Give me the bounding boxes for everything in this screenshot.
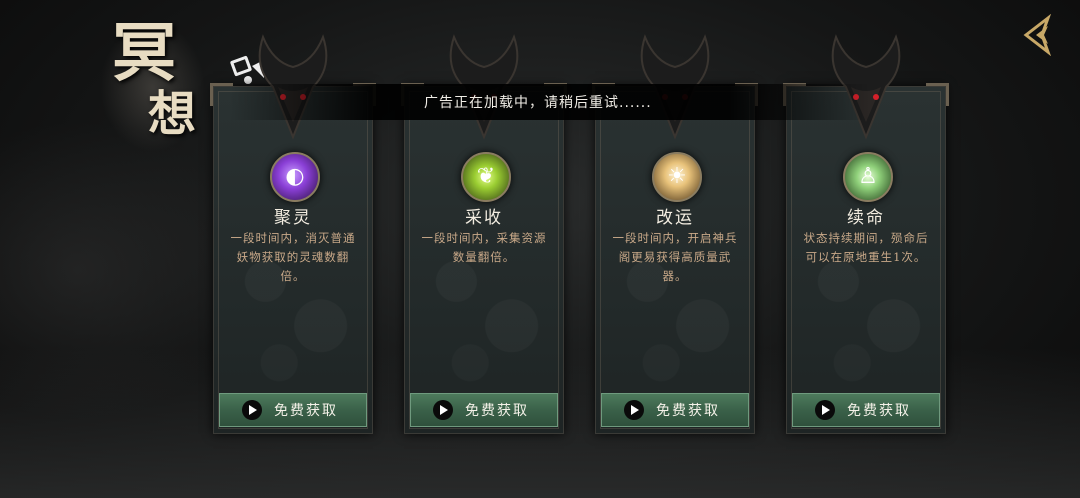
play-icon (815, 400, 835, 420)
card-title: 聚灵 (274, 208, 312, 228)
herb-icon: ❦ (461, 152, 511, 202)
card-description: 一段时间内，采集资源数量翻倍。 (421, 231, 547, 264)
card-description: 状态持续期间，殒命后可以在原地重生1次。 (803, 231, 929, 264)
title-char-1: 冥 (112, 16, 176, 91)
free-claim-button[interactable]: 免费获取 (601, 393, 749, 427)
play-icon (433, 400, 453, 420)
title-char-2: 想 (148, 86, 197, 142)
card-title: 采收 (465, 208, 503, 228)
card-description: 一段时间内，消灭普通妖物获取的灵魂数翻倍。 (230, 231, 356, 283)
free-claim-button[interactable]: 免费获取 (792, 393, 940, 427)
free-claim-button[interactable]: 免费获取 (219, 393, 367, 427)
buff-card-juling: ◐ 聚灵 一段时间内，消灭普通妖物获取的灵魂数翻倍。 免费获取 (210, 34, 376, 434)
revive-icon: ♙ (843, 152, 893, 202)
toast-banner: 广告正在加载中，请稍后重试...... (230, 84, 870, 120)
back-button[interactable] (1018, 13, 1060, 57)
free-claim-label: 免费获取 (656, 403, 720, 419)
buff-card-xuming: ♙ 续命 状态持续期间，殒命后可以在原地重生1次。 免费获取 (783, 34, 949, 434)
buff-card-gaiyun: ☀ 改运 一段时间内，开启神兵阁更易获得高质量武器。 免费获取 (592, 34, 758, 434)
toast-message: 广告正在加载中，请稍后重试...... (424, 95, 652, 111)
free-claim-label: 免费获取 (465, 403, 529, 419)
page-title: 冥 想 (100, 12, 210, 162)
play-icon (242, 400, 262, 420)
free-claim-label: 免费获取 (274, 403, 338, 419)
free-claim-label: 免费获取 (847, 403, 911, 419)
card-description: 一段时间内，开启神兵阁更易获得高质量武器。 (612, 231, 738, 283)
card-title: 续命 (847, 208, 885, 228)
play-icon (624, 400, 644, 420)
fortune-icon: ☀ (652, 152, 702, 202)
buff-card-caishou: ❦ 采收 一段时间内，采集资源数量翻倍。 免费获取 (401, 34, 567, 434)
free-claim-button[interactable]: 免费获取 (410, 393, 558, 427)
card-title: 改运 (656, 208, 694, 228)
soul-orb-icon: ◐ (270, 152, 320, 202)
